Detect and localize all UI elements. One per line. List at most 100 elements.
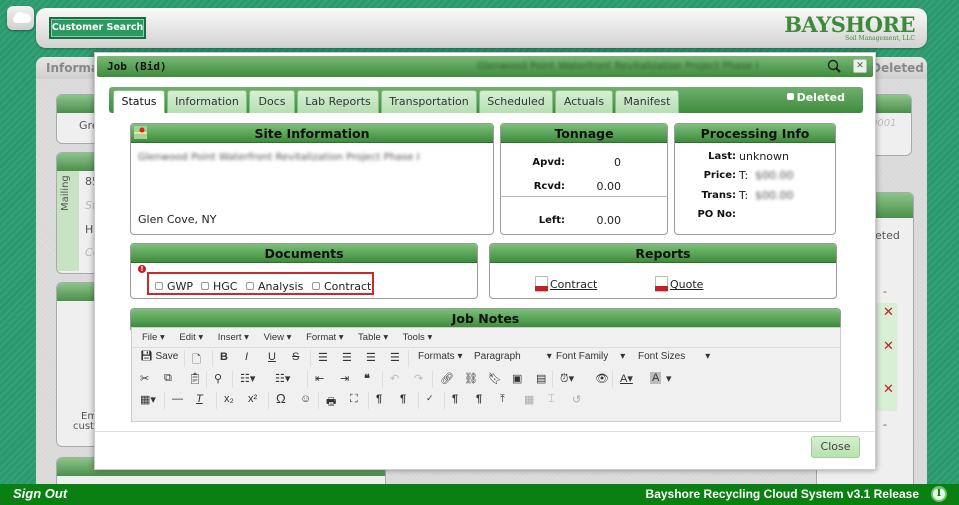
find-replace-icon[interactable]: ⚲ <box>214 372 222 385</box>
upload-icon[interactable]: ⤒ <box>500 393 505 406</box>
tab-lab-reports[interactable]: Lab Reports <box>297 90 379 113</box>
ltr-icon[interactable]: ¶ <box>376 393 382 405</box>
reports-title: Reports <box>490 244 836 263</box>
modal-close-icon[interactable]: ✕ <box>853 59 867 73</box>
customer-search-button[interactable]: Customer Search <box>49 17 146 39</box>
superscript-icon[interactable]: x² <box>248 393 257 405</box>
visual-chars-icon[interactable]: ¶ <box>476 393 482 405</box>
font-family-dropdown[interactable]: Font Family ▾ <box>556 351 625 362</box>
processing-info-title: Processing Info <box>675 124 835 143</box>
undo-icon[interactable]: ↶ <box>390 372 399 385</box>
mailing-tab[interactable]: Mailing <box>57 171 79 271</box>
menu-view[interactable]: View ▾ <box>264 332 292 343</box>
image-icon[interactable]: ▣ <box>512 372 522 385</box>
delete-x-icon[interactable]: ✕ <box>883 382 894 397</box>
close-button[interactable]: Close <box>811 436 860 458</box>
rtl-icon[interactable]: ¶ <box>400 393 406 405</box>
modal-footer-divider <box>95 431 875 432</box>
media-icon[interactable]: ▤ <box>536 372 546 385</box>
site-information-title: Site Information <box>131 124 493 143</box>
formats-dropdown[interactable]: Formats ▾ <box>418 351 462 362</box>
menu-edit[interactable]: Edit ▾ <box>179 332 203 343</box>
numbered-list-icon[interactable]: ☷▾ <box>275 372 290 385</box>
indent-icon[interactable]: ⇥ <box>340 372 349 385</box>
tab-information[interactable]: Information <box>167 90 247 113</box>
tab-manifest[interactable]: Manifest <box>615 90 679 113</box>
align-left-icon[interactable]: ☰ <box>318 351 328 364</box>
hgc-checkbox[interactable]: HGC <box>201 280 237 293</box>
top-bar: Customer Search BAYSHORE Soil Management… <box>36 8 927 48</box>
show-blocks-icon[interactable]: ¶ <box>452 393 458 405</box>
table-icon[interactable]: ▦▾ <box>140 393 156 406</box>
justify-icon[interactable]: ☰ <box>390 351 400 364</box>
preview-icon[interactable]: 👁︎ <box>595 372 609 385</box>
analysis-checkbox[interactable]: Analysis <box>246 280 303 293</box>
cut-icon[interactable]: ✂ <box>140 372 149 385</box>
tab-actuals[interactable]: Actuals <box>555 90 613 113</box>
menu-insert[interactable]: Insert ▾ <box>218 332 249 343</box>
unlink-icon[interactable]: ⛓ <box>464 372 478 385</box>
deleted-checkbox[interactable]: Deleted <box>786 91 845 104</box>
menu-format[interactable]: Format ▾ <box>306 332 344 343</box>
insert-time-icon[interactable]: ⏰︎▾ <box>560 372 574 386</box>
blockquote-icon[interactable]: ❝ <box>364 372 370 385</box>
print-icon[interactable]: 🖶 <box>326 393 336 412</box>
fullscreen-icon[interactable]: ⛶ <box>350 393 358 406</box>
italic-icon[interactable]: I <box>245 351 248 363</box>
background-color-icon[interactable]: A <box>650 372 662 384</box>
gwp-checkbox[interactable]: GWP <box>155 280 193 293</box>
info-icon[interactable]: I <box>931 486 947 502</box>
outdent-icon[interactable]: ⇤ <box>315 372 324 385</box>
quote-report-link[interactable]: Quote <box>655 276 703 292</box>
sign-out-link[interactable]: Sign Out <box>13 486 67 501</box>
project-name: Glenwood Point Waterfront Revitalization… <box>138 152 420 163</box>
clear-formatting-icon[interactable]: T <box>196 393 203 405</box>
underline-icon[interactable]: U <box>268 351 276 363</box>
editor-toolbar-row-1: 💾︎ Save 🗋 B I U S ☰ ☰ ☰ ☰ Formats ▾ Para… <box>132 348 840 369</box>
delete-x-icon[interactable]: ✕ <box>883 339 894 354</box>
align-center-icon[interactable]: ☰ <box>342 351 352 364</box>
tab-scheduled[interactable]: Scheduled <box>479 90 553 113</box>
tab-status[interactable]: Status <box>113 90 165 113</box>
restore-draft-icon[interactable]: ↺ <box>572 393 581 406</box>
emoticon-icon[interactable]: ☺ <box>300 393 311 405</box>
bullet-list-icon[interactable]: ☷▾ <box>240 372 255 385</box>
save-button[interactable]: 💾︎ Save <box>140 351 178 362</box>
menu-table[interactable]: Table ▾ <box>358 332 388 343</box>
pdf-icon <box>655 276 668 292</box>
delete-x-icon[interactable]: ✕ <box>883 305 894 320</box>
copy-icon[interactable]: ⧉ <box>164 372 172 385</box>
modal-title-bar[interactable]: Job (Bid) Glenwood Point Waterfront Revi… <box>97 56 873 77</box>
horizontal-rule-icon[interactable]: — <box>172 393 183 405</box>
job-notes-editor[interactable]: File ▾ Edit ▾ Insert ▾ View ▾ Format ▾ T… <box>131 327 841 422</box>
tab-docs[interactable]: Docs <box>249 90 295 113</box>
redo-icon[interactable]: ↷ <box>414 372 423 385</box>
cloud-menu-button[interactable] <box>7 6 34 30</box>
menu-tools[interactable]: Tools ▾ <box>403 332 433 343</box>
spellcheck-icon[interactable]: ✓ <box>426 393 434 404</box>
template-icon[interactable]: ▦ <box>524 393 534 406</box>
bold-icon[interactable]: B <box>220 351 228 363</box>
paste-icon[interactable]: 📋︎ <box>188 372 202 385</box>
new-document-icon[interactable]: 🗋 <box>192 351 201 370</box>
map-icon[interactable] <box>134 126 147 139</box>
align-right-icon[interactable]: ☰ <box>366 351 376 364</box>
bookmark-icon[interactable]: 🔖︎ <box>488 372 502 385</box>
contract-report-link[interactable]: Contract <box>535 276 597 292</box>
paragraph-dropdown[interactable]: Paragraph ▾ <box>474 351 552 362</box>
tab-transportation[interactable]: Transportation <box>381 90 477 113</box>
page-break-icon[interactable]: ⌶ <box>548 393 555 406</box>
documents-checklist: GWP HGC Analysis Contract <box>147 272 374 295</box>
contract-checkbox[interactable]: Contract <box>312 280 371 293</box>
magnify-icon[interactable] <box>827 59 841 73</box>
strikethrough-icon[interactable]: S <box>292 351 299 363</box>
text-color-icon[interactable]: A▾ <box>620 372 633 385</box>
background-tab-information[interactable]: Information <box>36 57 96 79</box>
menu-file[interactable]: File ▾ <box>142 332 165 343</box>
tab-bar: Status Information Docs Lab Reports Tran… <box>109 87 863 113</box>
tonnage-approved: 0 <box>614 156 621 169</box>
special-char-icon[interactable]: Ω <box>276 391 286 406</box>
font-sizes-dropdown[interactable]: Font Sizes ▾ <box>638 351 710 362</box>
subscript-icon[interactable]: x₂ <box>224 393 234 405</box>
link-icon[interactable]: 🔗︎ <box>440 372 454 385</box>
